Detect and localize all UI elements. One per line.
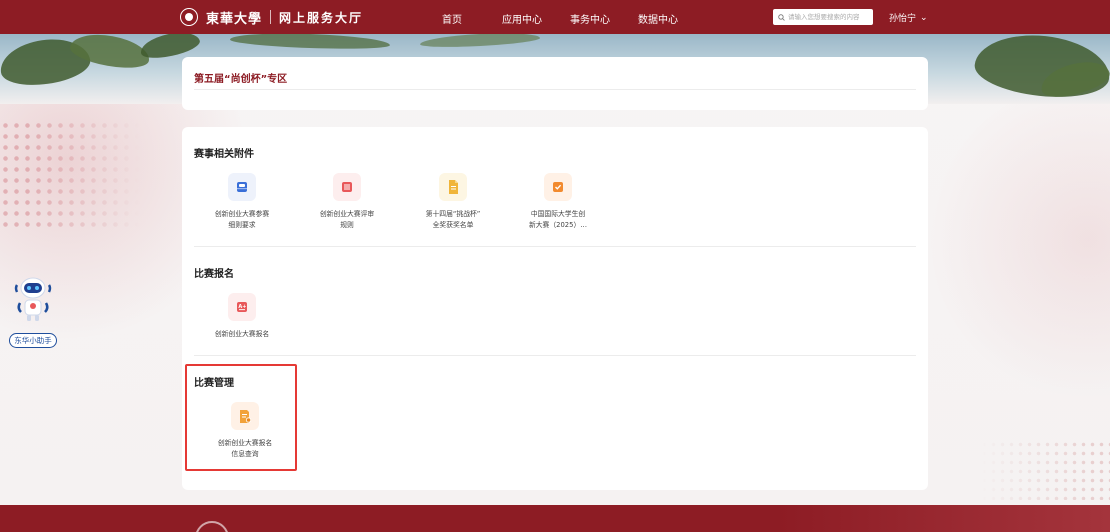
user-menu[interactable]: 孙怡宁 ⌄ <box>889 11 928 24</box>
item-label: 创新创业大赛报名 信息查询 <box>217 439 273 458</box>
assistant-widget[interactable]: 东华小助手 <box>4 275 62 348</box>
user-name: 孙怡宁 <box>889 14 917 24</box>
attachment-item[interactable]: 创新创业大赛参赛 细则要求 <box>204 173 280 231</box>
chevron-down-icon: ⌄ <box>920 12 928 23</box>
top-navigation-bar: 東華大學 网上服务大厅 首页 应用中心 事务中心 数据中心 孙怡宁 ⌄ <box>0 0 1110 34</box>
section-title-management: 比赛管理 <box>194 378 234 389</box>
decorative-dots <box>980 440 1110 500</box>
nav-data-center[interactable]: 数据中心 <box>638 11 678 26</box>
inbox-icon <box>228 173 256 201</box>
robot-icon <box>14 277 52 321</box>
divider <box>194 246 916 247</box>
nav-app-center[interactable]: 应用中心 <box>502 11 542 26</box>
footer-emblem-icon <box>195 521 229 532</box>
grade-icon: A+ <box>228 293 256 321</box>
search-icon <box>778 13 785 21</box>
content-card: 赛事相关附件 创新创业大赛参赛 细则要求 创新创业大赛评审 规则 第十四届“挑战… <box>182 127 928 490</box>
portal-name: 网上服务大厅 <box>279 10 364 25</box>
assistant-label[interactable]: 东华小助手 <box>9 333 57 348</box>
search-input[interactable] <box>788 13 873 21</box>
check-doc-icon <box>544 173 572 201</box>
divider <box>194 89 916 90</box>
item-label: 创新创业大赛评审 规则 <box>319 210 375 229</box>
registration-item[interactable]: A+ 创新创业大赛报名 <box>204 293 280 340</box>
logo-divider <box>270 10 272 24</box>
section-title-attachments: 赛事相关附件 <box>194 149 254 160</box>
university-logo[interactable]: 東華大學 网上服务大厅 <box>180 8 364 27</box>
zone-header-card: 第五届“尚创杯”专区 <box>182 57 928 110</box>
attachment-item[interactable]: 创新创业大赛评审 规则 <box>309 173 385 231</box>
emblem-icon <box>180 8 198 26</box>
item-label: 中国国际大学生创 新大赛（2025）… <box>528 210 588 229</box>
section-title-registration: 比赛报名 <box>194 269 234 280</box>
page-title: 第五届“尚创杯”专区 <box>194 74 288 85</box>
divider <box>194 355 916 356</box>
item-label: 第十四届“挑战杯” 全奖获奖名单 <box>425 210 481 229</box>
list-doc-icon <box>333 173 361 201</box>
doc-edit-icon <box>231 402 259 430</box>
svg-text:A+: A+ <box>238 304 246 310</box>
decorative-dots <box>0 120 140 230</box>
file-icon <box>439 173 467 201</box>
logo-text: 東華大學 <box>206 11 263 27</box>
item-label: 创新创业大赛参赛 细则要求 <box>214 210 270 229</box>
item-label: 创新创业大赛报名 <box>214 330 270 338</box>
attachment-item[interactable]: 第十四届“挑战杯” 全奖获奖名单 <box>415 173 491 231</box>
nav-affairs-center[interactable]: 事务中心 <box>570 11 610 26</box>
registration-info-query-item[interactable]: 创新创业大赛报名 信息查询 <box>207 402 283 460</box>
footer <box>0 505 1110 532</box>
search-box[interactable] <box>773 9 873 25</box>
nav-home[interactable]: 首页 <box>442 11 462 26</box>
attachment-item[interactable]: 中国国际大学生创 新大赛（2025）… <box>520 173 596 231</box>
